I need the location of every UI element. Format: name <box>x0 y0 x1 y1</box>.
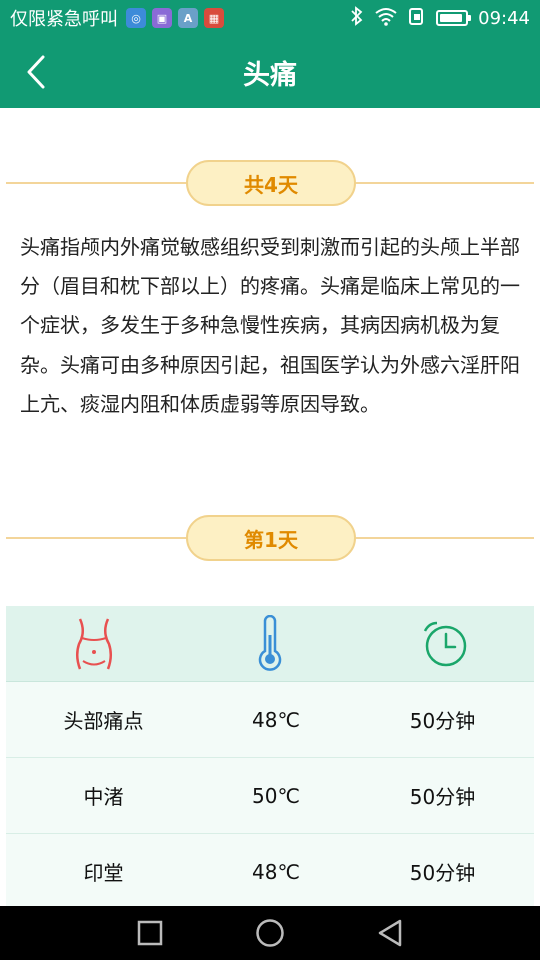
thermometer-icon <box>258 614 282 671</box>
main-content[interactable]: 共4天 头痛指颅内外痛觉敏感组织受到刺激而引起的头颅上半部分（眉目和枕下部以上）… <box>0 108 540 906</box>
total-days-badge: 共4天 <box>186 160 356 206</box>
sim-icon <box>408 6 426 31</box>
system-nav-bar <box>0 906 540 960</box>
home-button[interactable] <box>250 913 290 953</box>
circle-icon <box>256 919 284 947</box>
browser-app-icon: ◎ <box>126 8 146 28</box>
status-bar: 仅限紧急呼叫 ◎ ▣ A ▦ 09:44 <box>0 0 540 36</box>
point-name: 印堂 <box>83 861 124 885</box>
duration-value: 50分钟 <box>409 785 476 809</box>
point-name: 中渚 <box>83 785 124 809</box>
duration-value: 50分钟 <box>409 709 476 733</box>
chevron-left-icon <box>27 55 45 89</box>
day-divider: 第1天 <box>6 515 534 561</box>
table-row: 中渚 50℃ 50分钟 <box>6 758 534 834</box>
back-button[interactable] <box>14 50 58 94</box>
carrier-text: 仅限紧急呼叫 <box>10 9 118 30</box>
page-title: 头痛 <box>243 59 297 91</box>
temperature-value: 48℃ <box>252 707 300 732</box>
notification-icons: ◎ ▣ A ▦ <box>126 8 224 28</box>
day-badge: 第1天 <box>186 515 356 561</box>
therapy-table: 头部痛点 48℃ 50分钟 中渚 50℃ 50分钟 印堂 48℃ 50分钟 <box>6 606 534 906</box>
title-bar: 头痛 <box>0 36 540 108</box>
point-name: 头部痛点 <box>63 709 144 733</box>
wifi-icon <box>374 6 398 31</box>
recents-button[interactable] <box>130 913 170 953</box>
table-row: 头部痛点 48℃ 50分钟 <box>6 682 534 758</box>
header-cell-point <box>6 616 182 672</box>
square-icon <box>137 920 163 946</box>
temperature-value: 48℃ <box>252 859 300 884</box>
header-cell-temp <box>182 614 358 673</box>
font-app-icon: A <box>178 8 198 28</box>
clock-time: 09:44 <box>478 7 530 29</box>
summary-divider: 共4天 <box>6 160 534 206</box>
table-header <box>6 606 534 682</box>
triangle-back-icon <box>378 919 402 947</box>
gallery-app-icon: ▣ <box>152 8 172 28</box>
waist-icon <box>76 617 112 669</box>
table-row: 印堂 48℃ 50分钟 <box>6 834 534 906</box>
bluetooth-icon <box>350 5 364 31</box>
calendar-app-icon: ▦ <box>204 8 224 28</box>
header-cell-duration <box>358 619 534 669</box>
duration-value: 50分钟 <box>409 861 476 885</box>
temperature-value: 50℃ <box>252 783 300 808</box>
battery-icon <box>436 10 472 26</box>
alarm-clock-icon <box>423 621 467 666</box>
condition-description: 头痛指颅内外痛觉敏感组织受到刺激而引起的头颅上半部分（眉目和枕下部以上）的疼痛。… <box>20 235 520 416</box>
system-back-button[interactable] <box>370 913 410 953</box>
